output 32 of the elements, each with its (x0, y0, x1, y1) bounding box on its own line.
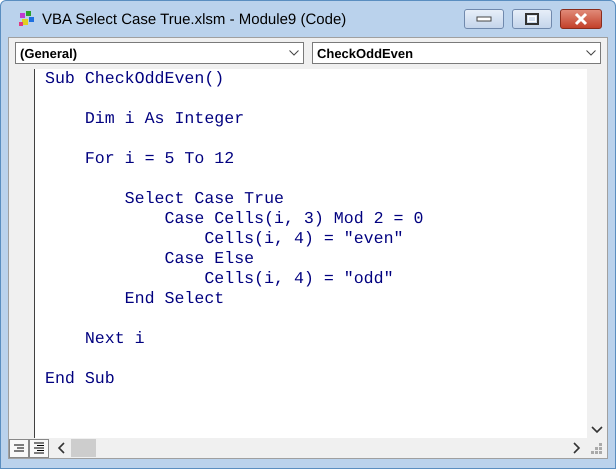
code-line: For i = 5 To 12 (84, 149, 236, 169)
code-line: Next i (84, 329, 146, 349)
scroll-down-icon[interactable] (591, 426, 603, 434)
minimize-icon (476, 16, 492, 22)
scroll-thumb[interactable] (71, 439, 96, 457)
scroll-right-icon[interactable] (573, 442, 581, 454)
code-line: Cells(i, 4) = "odd" (203, 269, 395, 289)
object-dropdown[interactable]: (General) (15, 42, 304, 64)
code-line: Select Case True (124, 189, 285, 209)
code-line: Case Else (163, 249, 256, 269)
minimize-button[interactable] (464, 9, 504, 29)
maximize-icon (525, 13, 539, 25)
code-line: Dim i As Integer (84, 109, 246, 129)
code-line: End Sub (45, 369, 116, 389)
procedure-dropdown[interactable]: CheckOddEven (312, 42, 601, 64)
app-icon (18, 10, 36, 28)
full-module-view-icon (33, 442, 45, 454)
scroll-left-icon[interactable] (57, 442, 65, 454)
code-line: End Select (124, 289, 226, 309)
code-line: Case Cells(i, 3) Mod 2 = 0 (163, 209, 424, 229)
code-line: Cells(i, 4) = "even" (203, 229, 404, 249)
close-icon (573, 12, 589, 26)
procedure-view-button[interactable] (9, 438, 29, 458)
procedure-view-icon (13, 443, 25, 453)
caret-icon (289, 50, 299, 56)
close-button[interactable] (560, 9, 602, 29)
window-title: VBA Select Case True.xlsm - Module9 (Code) (42, 10, 348, 28)
resize-grip-icon[interactable] (589, 441, 603, 455)
code-line: Sub CheckOddEven() (45, 69, 226, 89)
full-module-view-button[interactable] (29, 438, 49, 458)
maximize-button[interactable] (512, 9, 552, 29)
caret-icon (586, 50, 596, 56)
